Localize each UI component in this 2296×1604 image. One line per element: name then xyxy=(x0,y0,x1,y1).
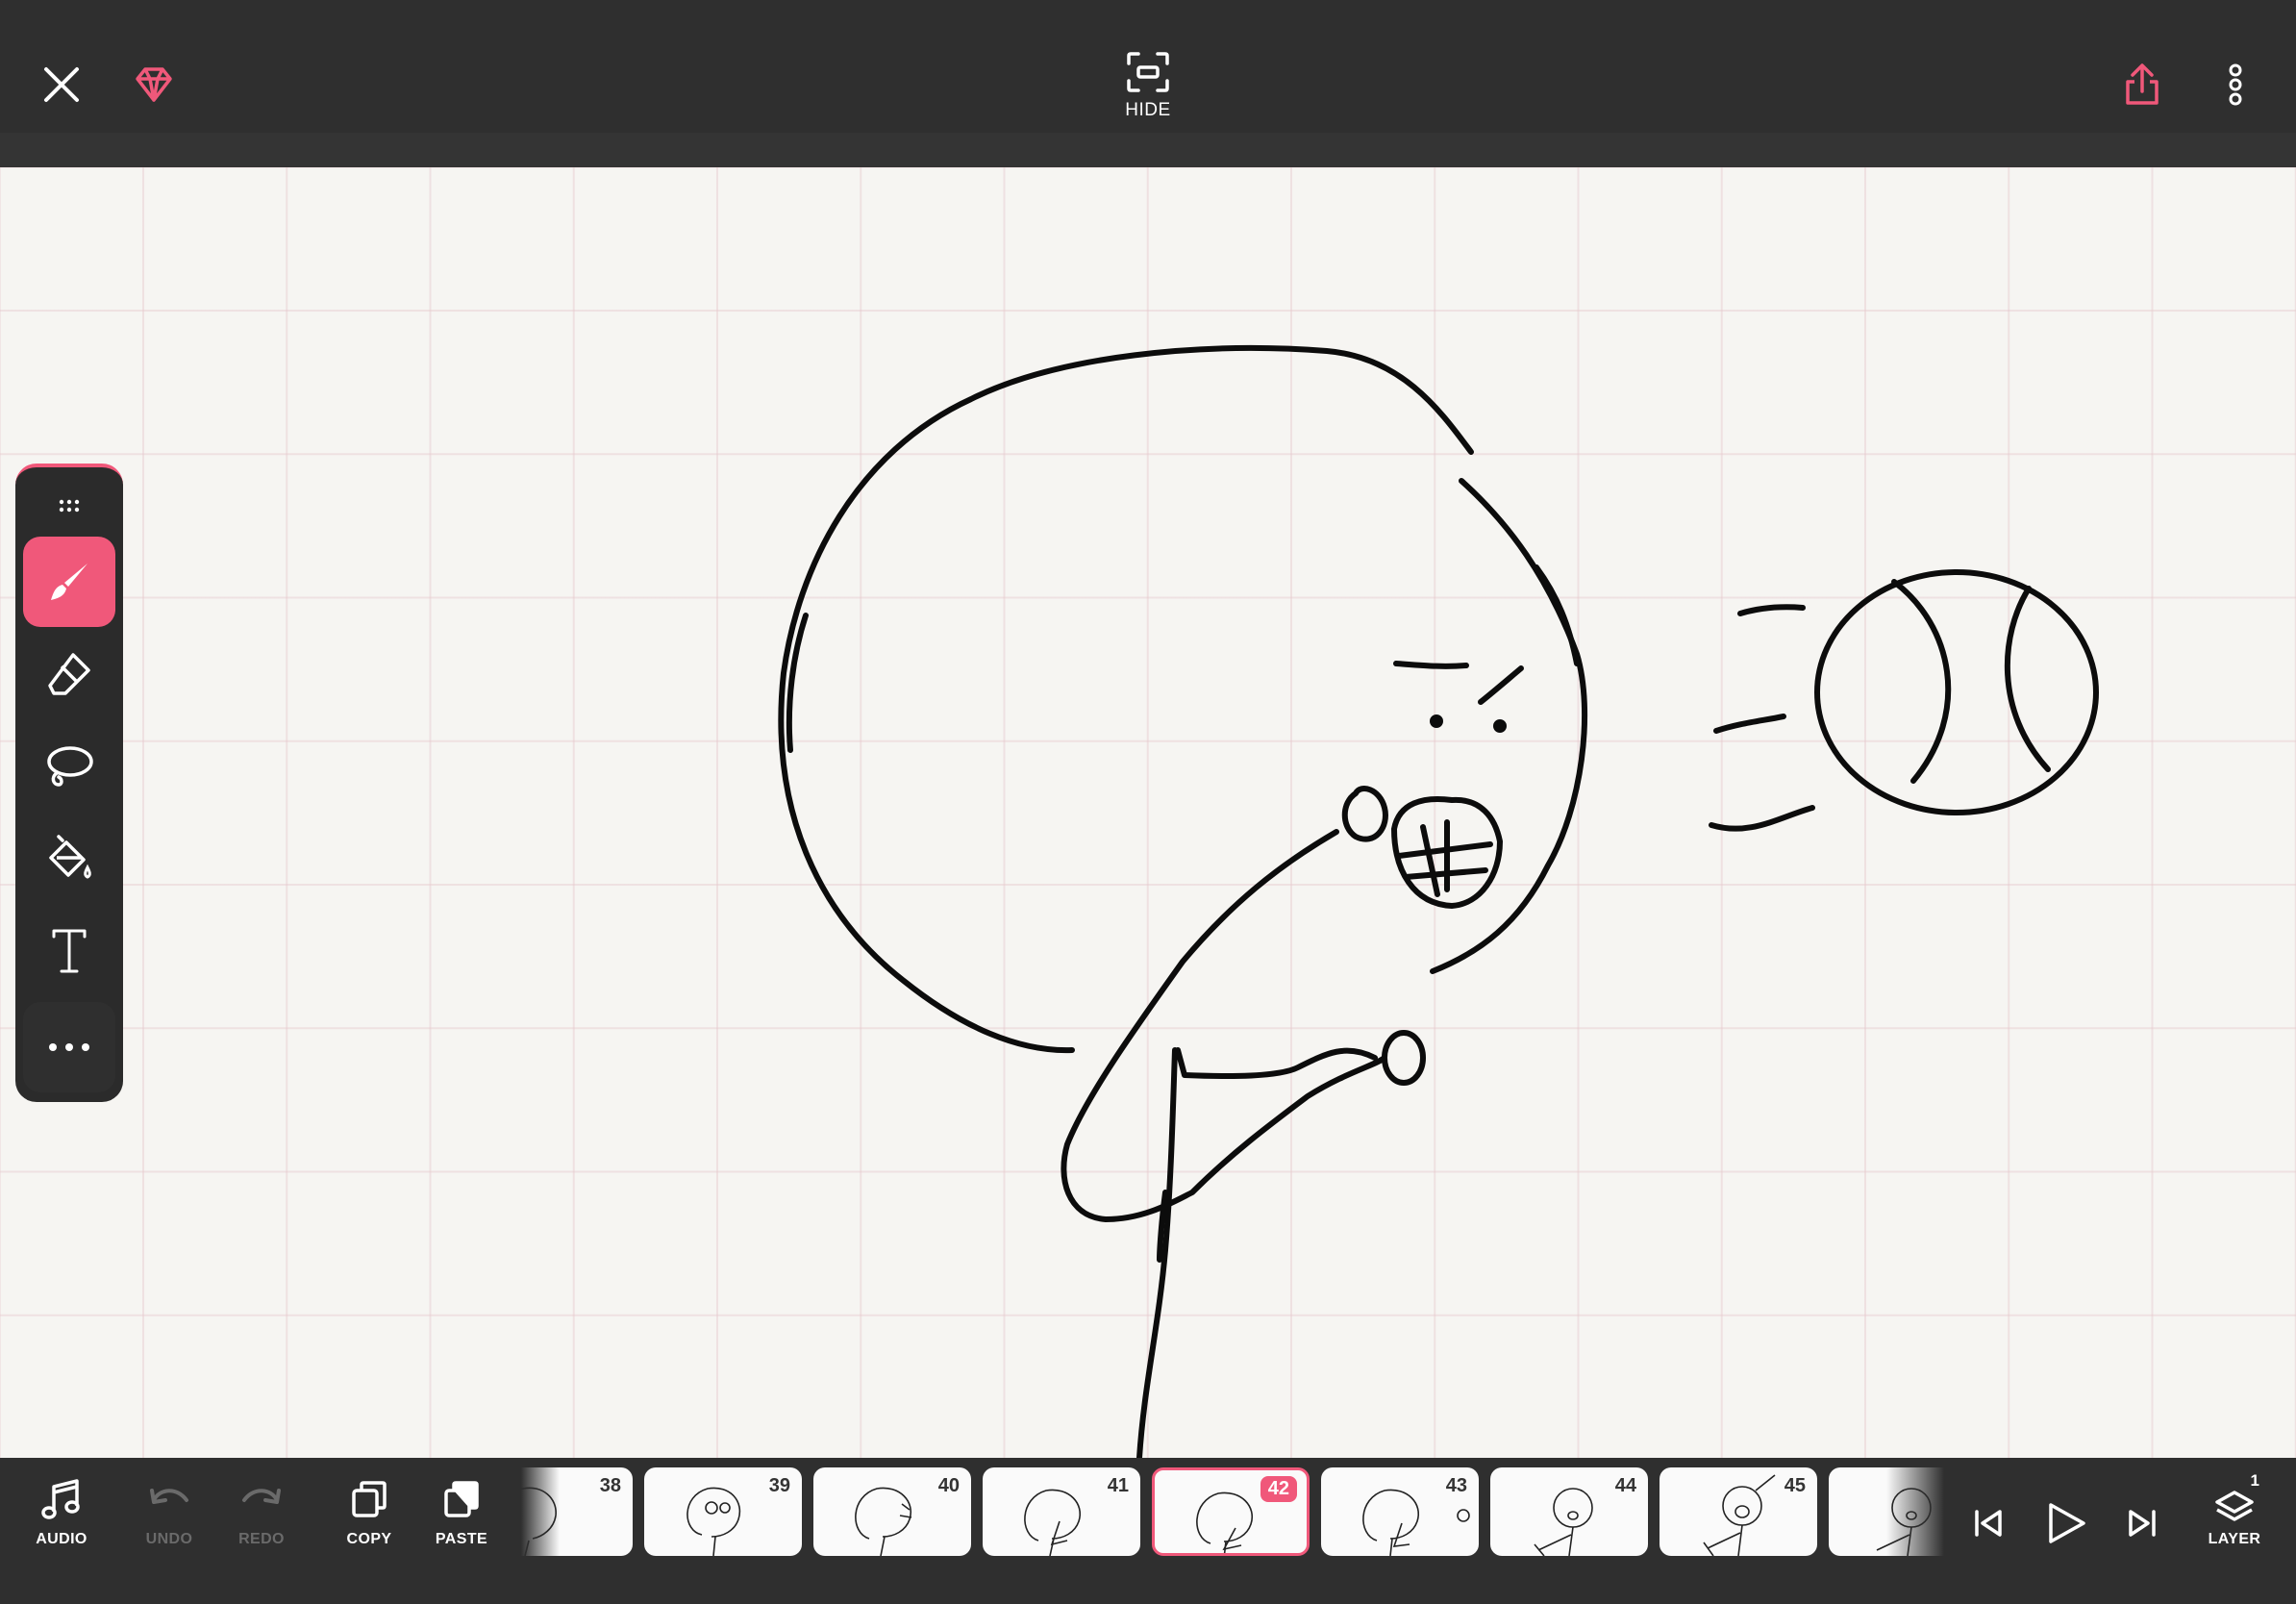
top-toolbar: HIDE xyxy=(0,0,2296,133)
hide-ui-button[interactable]: HIDE xyxy=(1110,50,1186,127)
first-frame-button[interactable] xyxy=(1950,1485,2027,1562)
copy-icon xyxy=(352,1481,387,1517)
more-options-button[interactable] xyxy=(2211,46,2259,123)
frame-thumbnail-45[interactable]: 45 xyxy=(1660,1467,1817,1556)
brush-tool[interactable] xyxy=(23,537,115,627)
motion-line-1 xyxy=(1737,604,1806,616)
tool-panel xyxy=(15,464,123,1102)
focus-frame-icon xyxy=(1127,52,1169,92)
redo-label: REDO xyxy=(238,1531,285,1547)
frame-number: 43 xyxy=(1445,1475,1467,1496)
frame-thumbnail-43[interactable]: 43 xyxy=(1321,1467,1479,1556)
hide-label: HIDE xyxy=(1125,100,1171,120)
lasso-icon xyxy=(47,746,93,787)
brush-icon xyxy=(51,564,87,600)
eraser-tool[interactable] xyxy=(23,629,115,719)
paste-button[interactable]: PASTE xyxy=(415,1477,508,1573)
frame-thumbnail-42[interactable]: 42 xyxy=(1152,1467,1310,1556)
brow-right xyxy=(1478,665,1524,705)
text-tool[interactable] xyxy=(23,906,115,996)
paste-label: PASTE xyxy=(435,1531,488,1547)
close-button[interactable] xyxy=(29,46,94,123)
motion-line-3 xyxy=(1709,805,1815,832)
redo-icon xyxy=(242,1489,281,1504)
paste-icon xyxy=(444,1481,479,1517)
more-tools-button[interactable] xyxy=(23,1002,115,1092)
frame-number: 40 xyxy=(937,1475,960,1496)
redo-button[interactable]: REDO xyxy=(215,1477,308,1573)
undo-label: UNDO xyxy=(145,1531,193,1547)
frame-thumbnail-40[interactable]: 40 xyxy=(813,1467,971,1556)
play-icon xyxy=(2049,1503,2085,1543)
copy-button[interactable]: COPY xyxy=(323,1477,415,1573)
paint-bucket-icon xyxy=(49,835,91,879)
last-frame-button[interactable] xyxy=(2104,1485,2181,1562)
fill-tool[interactable] xyxy=(23,814,115,904)
top-divider-strip xyxy=(0,133,2296,167)
close-icon xyxy=(44,67,79,102)
motion-line-2 xyxy=(1713,714,1786,734)
more-horizontal-icon xyxy=(49,1043,89,1051)
drawing-canvas[interactable] xyxy=(0,167,2296,1458)
layer-icon-wrap: 1 xyxy=(2211,1471,2259,1523)
drawing-strokes xyxy=(778,345,2099,1458)
share-button[interactable] xyxy=(2106,46,2179,123)
play-button[interactable] xyxy=(2027,1485,2104,1562)
drag-handle[interactable] xyxy=(50,496,88,519)
frame-thumbnail-41[interactable]: 41 xyxy=(983,1467,1140,1556)
diamond-icon xyxy=(136,67,172,102)
strip-fade-left xyxy=(521,1458,560,1604)
skip-to-end-icon xyxy=(2129,1510,2156,1537)
frame-number: 42 xyxy=(1260,1476,1297,1502)
layer-label: LAYER xyxy=(2208,1531,2261,1547)
layer-count: 1 xyxy=(2250,1471,2259,1490)
layer-button[interactable]: 1 LAYER xyxy=(2188,1471,2281,1573)
grip-dots-icon xyxy=(59,499,80,513)
audio-button[interactable]: AUDIO xyxy=(15,1477,108,1573)
frame-timeline[interactable]: 38 39 40 41 42 43 44 45 xyxy=(521,1458,1944,1604)
undo-icon xyxy=(150,1489,188,1504)
frame-number: 41 xyxy=(1107,1475,1129,1496)
lasso-tool[interactable] xyxy=(23,721,115,812)
eraser-icon xyxy=(48,653,90,695)
frame-number: 39 xyxy=(768,1475,790,1496)
text-icon xyxy=(52,929,87,973)
strip-fade-right xyxy=(1886,1458,1944,1604)
ball xyxy=(1814,569,2099,815)
arm-upper xyxy=(1061,829,1387,1222)
brow-left xyxy=(1393,661,1469,669)
share-icon xyxy=(2126,63,2159,105)
vertical-dots-icon xyxy=(2229,63,2242,106)
music-note-icon xyxy=(41,1479,80,1519)
audio-label: AUDIO xyxy=(36,1531,87,1547)
head-outline xyxy=(778,345,1588,1054)
skip-to-start-icon xyxy=(1975,1510,2002,1537)
bottom-toolbar: AUDIO UNDO REDO COPY PASTE 38 39 40 41 4… xyxy=(0,1458,2296,1604)
frame-number: 45 xyxy=(1784,1475,1806,1496)
frame-number: 44 xyxy=(1614,1475,1636,1496)
frame-thumbnail-39[interactable]: 39 xyxy=(644,1467,802,1556)
frame-number: 38 xyxy=(599,1475,621,1496)
copy-label: COPY xyxy=(346,1531,392,1547)
frame-thumbnail-44[interactable]: 44 xyxy=(1490,1467,1648,1556)
undo-button[interactable]: UNDO xyxy=(123,1477,215,1573)
premium-button[interactable] xyxy=(119,46,188,123)
